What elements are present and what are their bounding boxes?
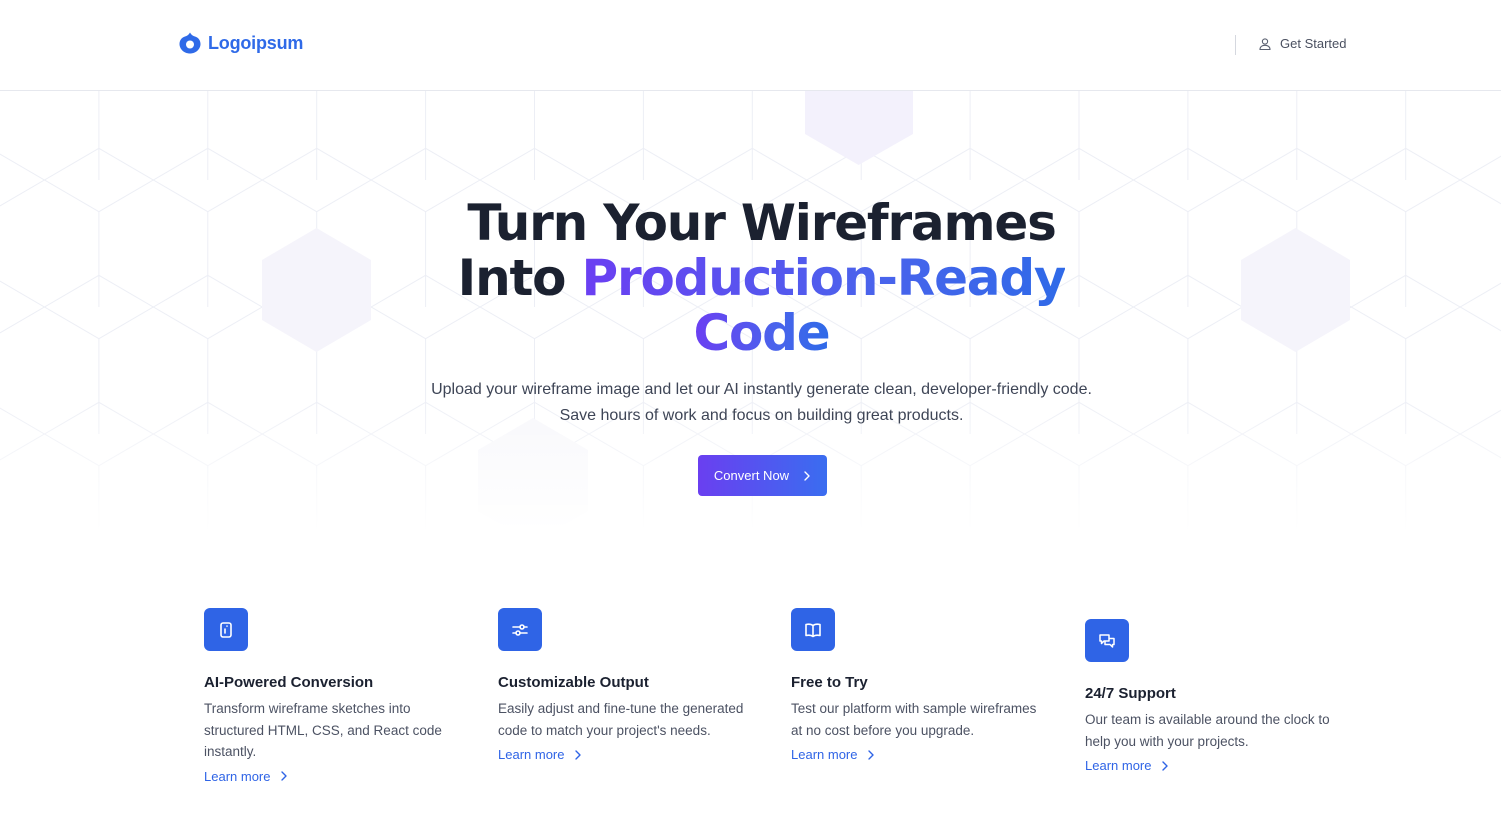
header-divider (1235, 35, 1236, 55)
learn-more-link[interactable]: Learn more (498, 747, 582, 762)
mobile-icon (220, 621, 232, 638)
book-icon (805, 622, 821, 637)
feature-ai-powered-conversion: AI-Powered Conversion Transform wirefram… (204, 608, 454, 786)
learn-more-label: Learn more (204, 768, 271, 784)
chevron-right-icon (868, 749, 875, 760)
user-icon (1259, 37, 1271, 50)
hero-headline: Turn Your Wireframes Into Production-Rea… (380, 196, 1143, 361)
chevron-right-icon (1162, 760, 1169, 771)
learn-more-link[interactable]: Learn more (204, 769, 288, 784)
feature-24-7-support: 24/7 Support Our team is available aroun… (1085, 619, 1335, 775)
headline-line-2-plain: Into (457, 249, 567, 307)
chevron-right-icon (575, 749, 582, 760)
subtext-line-2: Save hours of work and focus on building… (559, 407, 964, 424)
feature-description: Our team is available around the clock t… (1085, 712, 1330, 749)
learn-more-label: Learn more (1085, 758, 1152, 773)
feature-description: Test our platform with sample wireframes… (791, 701, 1037, 738)
feature-icon-tile (1085, 619, 1129, 662)
convert-now-label: Convert Now (713, 468, 790, 483)
headline-line-3-accent: Code (693, 304, 831, 362)
feature-description: Easily adjust and fine-tune the generate… (498, 701, 744, 738)
feature-customizable-output: Customizable Output Easily adjust and fi… (498, 608, 748, 764)
site-header: Logoipsum Get Started (0, 0, 1501, 91)
learn-more-label: Learn more (791, 747, 858, 762)
subtext-line-1: Upload your wireframe image and let our … (431, 381, 1092, 398)
chat-icon (1099, 633, 1115, 648)
feature-icon-tile (204, 608, 248, 651)
headline-line-1: Turn Your Wireframes (467, 194, 1056, 252)
feature-icon-tile (498, 608, 542, 651)
logo-text: Logoipsum (208, 32, 304, 53)
logo-icon (179, 32, 201, 54)
hero-subtext: Upload your wireframe image and let our … (380, 377, 1143, 429)
feature-description: Transform wireframe sketches into struct… (204, 701, 442, 759)
chevron-right-icon (804, 470, 810, 481)
feature-title: Free to Try (791, 674, 868, 691)
get-started-label: Get Started (1280, 36, 1347, 51)
learn-more-link[interactable]: Learn more (791, 747, 875, 762)
learn-more-label: Learn more (498, 747, 565, 762)
feature-free-to-try: Free to Try Test our platform with sampl… (791, 608, 1041, 764)
learn-more-link[interactable]: Learn more (1085, 758, 1169, 773)
chevron-right-icon (281, 771, 288, 781)
get-started-button[interactable]: Get Started (1258, 36, 1346, 51)
convert-now-button[interactable]: Convert Now (698, 455, 827, 496)
logo[interactable]: Logoipsum (178, 31, 303, 55)
feature-title: Customizable Output (498, 674, 649, 691)
sliders-icon (512, 623, 528, 636)
headline-line-2-accent: Production-Ready (581, 249, 1067, 307)
feature-title: AI-Powered Conversion (204, 674, 374, 691)
feature-title: 24/7 Support (1085, 685, 1176, 702)
feature-icon-tile (791, 608, 835, 651)
